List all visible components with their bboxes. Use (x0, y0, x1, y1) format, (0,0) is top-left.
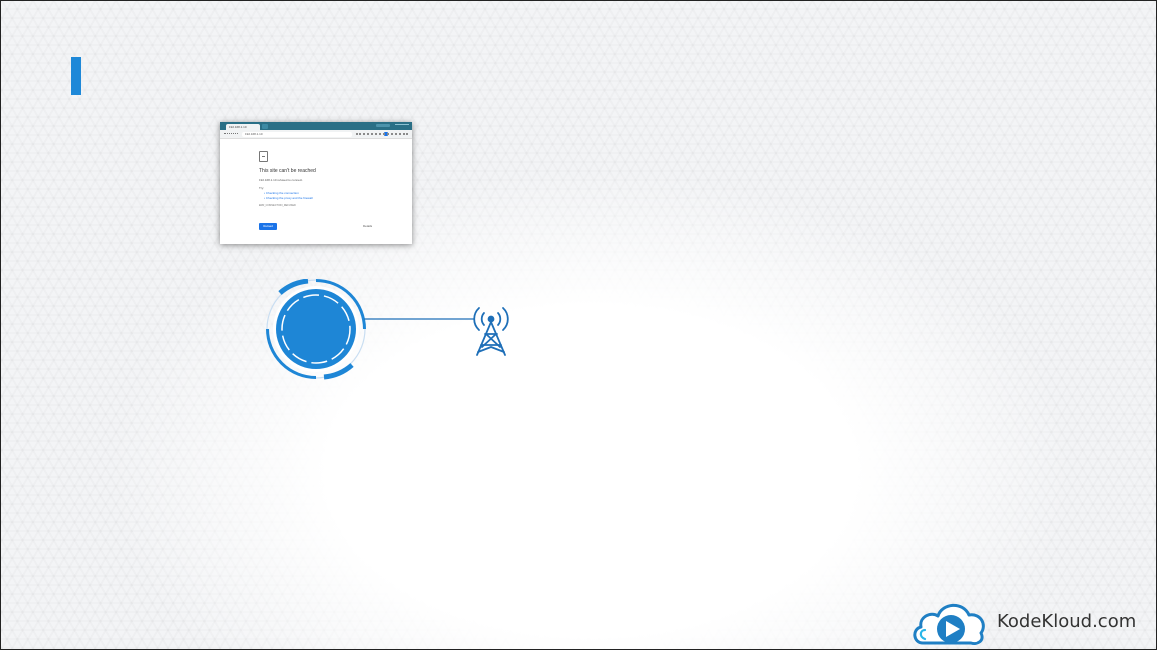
new-tab-icon[interactable] (262, 124, 268, 129)
browser-screenshot: 192.168.1.10 192.168.1.10 This site can'… (220, 122, 412, 244)
toolbar-icons[interactable] (356, 133, 408, 137)
error-title: This site can't be reached (259, 168, 316, 174)
browser-toolbar: 192.168.1.10 (220, 130, 412, 139)
kodekloud-logo-icon (913, 603, 985, 645)
network-diagram (266, 279, 509, 380)
slide: 192.168.1.10 192.168.1.10 This site can'… (0, 0, 1157, 650)
browser-tab-bar: 192.168.1.10 (220, 122, 412, 130)
suggestion-text[interactable]: Checking the connection (266, 191, 299, 195)
document-error-icon (259, 151, 268, 162)
brand-name[interactable]: KodeKloud.com (997, 610, 1136, 634)
antenna-tower-icon (473, 307, 509, 356)
node-circle-icon (266, 279, 366, 380)
suggestion-text[interactable]: Checking the proxy and the firewall (266, 196, 313, 200)
reload-button[interactable]: Reload (259, 223, 277, 230)
error-subtitle: 192.168.1.10 refused to connect. (259, 178, 303, 182)
error-page: This site can't be reached 192.168.1.10 … (220, 139, 412, 207)
address-bar[interactable]: 192.168.1.10 (242, 131, 352, 137)
try-label: Try: (259, 186, 265, 190)
title-accent-bar (71, 57, 81, 95)
profile-chip[interactable] (376, 124, 390, 127)
details-button[interactable]: Details (363, 224, 372, 228)
error-code: ERR_CONNECTION_REFUSED (259, 204, 296, 207)
window-controls-icon[interactable] (395, 124, 409, 128)
suggestion-link[interactable]: • Checking the proxy and the firewall (264, 196, 412, 201)
nav-buttons-icon[interactable] (224, 133, 238, 136)
